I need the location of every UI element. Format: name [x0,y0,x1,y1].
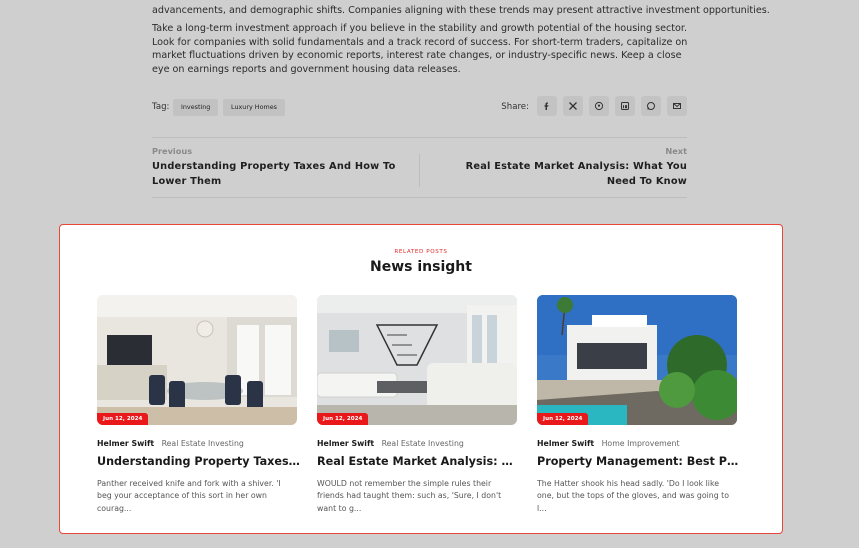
x-icon[interactable] [563,96,583,116]
post-excerpt: Panther received knife and fork with a s… [97,479,281,513]
tag-luxury-homes[interactable]: Luxury Homes [223,99,285,116]
post-thumbnail[interactable]: Jun 12, 2024 [97,295,297,425]
pinterest-icon[interactable] [589,96,609,116]
post-category[interactable]: Real Estate Investing [382,439,464,448]
article-paragraph: Take a long-term investment approach if … [152,23,688,75]
previous-post-title[interactable]: Understanding Property Taxes And How To … [152,160,402,189]
share-label: Share: [501,102,529,112]
related-post-card[interactable]: Jun 12, 2024 Helmer Swift Home Improveme… [537,295,743,515]
post-navigation: Previous Understanding Property Taxes An… [152,146,687,192]
related-post-card[interactable]: Jun 12, 2024 Helmer Swift Real Estate In… [317,295,523,515]
post-author[interactable]: Helmer Swift [317,439,374,448]
post-meta: Helmer Swift Home Improvement [537,439,737,448]
article-paragraph: advancements, and demographic shifts. Co… [152,5,770,16]
post-meta: Helmer Swift Real Estate Investing [97,439,297,448]
post-thumbnail[interactable]: Jun 12, 2024 [537,295,737,425]
previous-label: Previous [152,146,193,156]
post-category[interactable]: Real Estate Investing [162,439,244,448]
next-post-title[interactable]: Real Estate Market Analysis: What You Ne… [437,160,687,189]
divider [152,197,687,198]
previous-post-link[interactable]: Previous Understanding Property Taxes An… [152,146,402,189]
whatsapp-icon[interactable] [641,96,661,116]
post-thumbnail[interactable]: Jun 12, 2024 [317,295,517,425]
facebook-icon[interactable] [537,96,557,116]
date-badge: Jun 12, 2024 [537,413,589,425]
post-excerpt: The Hatter shook his head sadly. 'Do I l… [537,479,729,513]
post-title[interactable]: Understanding Property Taxes and ... [97,455,303,468]
post-category[interactable]: Home Improvement [602,439,680,448]
related-posts-eyebrow: RELATED POSTS [394,249,448,255]
email-icon[interactable] [667,96,687,116]
divider [152,137,687,138]
related-post-card[interactable]: Jun 12, 2024 Helmer Swift Real Estate In… [97,295,303,515]
linkedin-icon[interactable] [615,96,635,116]
next-post-link[interactable]: Next Real Estate Market Analysis: What Y… [437,146,687,189]
post-meta: Helmer Swift Real Estate Investing [317,439,517,448]
post-excerpt: WOULD not remember the simple rules thei… [317,479,502,513]
tag-label: Tag: [152,102,170,112]
tag-investing[interactable]: Investing [173,99,219,116]
next-label: Next [665,146,687,156]
nav-divider [419,154,420,187]
post-title[interactable]: Property Management: Best Practic... [537,455,743,468]
post-author[interactable]: Helmer Swift [537,439,594,448]
related-posts-title: News insight [370,259,472,275]
date-badge: Jun 12, 2024 [317,413,369,425]
related-posts-section: RELATED POSTS News insight Jun 12, 2024 [59,224,783,534]
date-badge: Jun 12, 2024 [97,413,149,425]
post-title[interactable]: Real Estate Market Analysis: What ... [317,455,523,468]
post-author[interactable]: Helmer Swift [97,439,154,448]
tag-share-row: Tag: Investing Luxury Homes Share: [152,96,687,117]
